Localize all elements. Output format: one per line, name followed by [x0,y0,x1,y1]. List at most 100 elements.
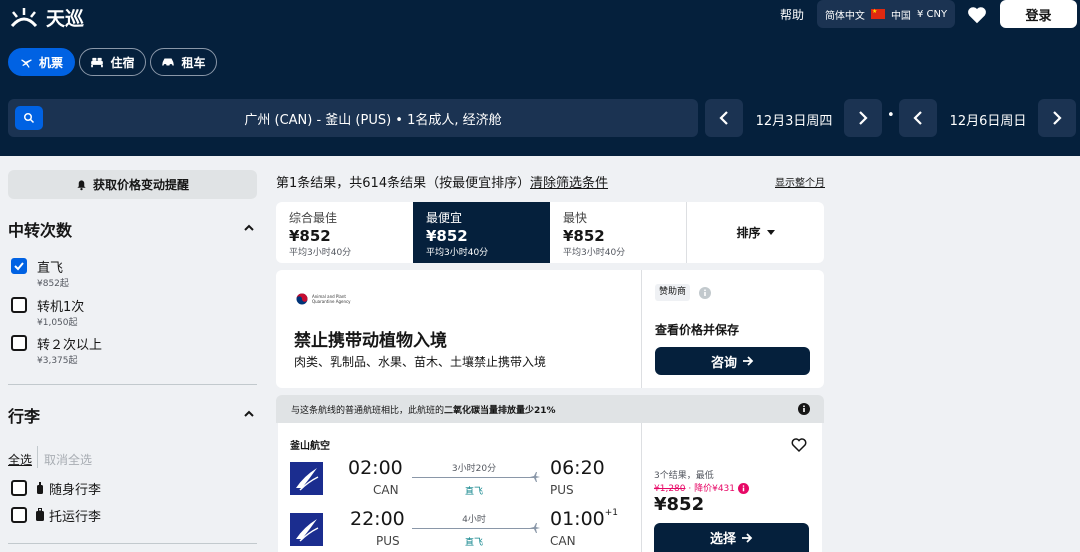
ad-title: 禁止携带动植物入境 [294,331,447,351]
results-summary: 第1条结果，共614条结果（按最便宜排序） [276,176,531,191]
outbound-depart-time: 02:00 [348,457,403,479]
return-date[interactable]: 12月6日周日 [940,110,1036,129]
car-icon [162,58,175,67]
sponsor-badge: 赞助商 [655,284,691,301]
eco-text: 与这条航线的普通航班相比，此航班的二氧化碳当量排放量少21% [291,403,556,416]
checked-bag-checkbox[interactable] [11,507,27,523]
ad-consult-button[interactable]: 咨询 [655,347,810,375]
outbound-duration: 3小时20分 [451,464,497,474]
sidebar-divider [8,543,257,544]
inbound-route-line [412,528,534,529]
sort-tab-cheapest[interactable]: 最便宜 ¥852 平均3小时40分 [413,202,550,263]
discount-text: · 降价¥431 [688,484,736,494]
stops-one-price: ¥1,050起 [37,318,78,328]
stops-direct-checkbox[interactable] [11,258,27,274]
stops-two-plus-checkbox[interactable] [11,335,27,351]
deselect-all-link[interactable]: 取消全选 [44,451,92,468]
brand-logo[interactable]: 天巡 [8,4,84,31]
locale-button[interactable]: 简体中文 中国 ¥ CNY [817,0,955,28]
ad-logo: Animal and Plant Quarantine Agency [296,293,351,305]
sunrise-logo-icon [10,7,38,27]
stops-filter-title: 中转次数 [8,221,73,240]
select-flight-button[interactable]: 选择 [654,523,809,552]
select-all-link[interactable]: 全选 [8,451,32,468]
depart-date-prev-button[interactable] [705,99,743,137]
search-summary-text: 广州 (CAN) - 釜山 (PUS) • 1名成人, 经济舱 [244,113,502,128]
eco-highlight: 二氧化碳当量排放量少21% [444,406,556,416]
ad-divider [641,270,642,388]
plane-icon [530,523,540,533]
brand-name: 天巡 [46,8,85,30]
outbound-route-line [412,477,534,478]
country-label: 中国 [890,10,911,22]
carry-on-checkbox[interactable] [11,480,27,496]
tab-hotels-label: 住宿 [110,55,135,70]
top-header: 天巡 帮助 简体中文 中国 ¥ CNY 登录 机票 住宿 租车 广州 (CAN)… [0,0,1080,156]
heart-outline-icon[interactable] [790,436,808,454]
inbound-stops: 直飞 [464,538,483,548]
inbound-depart-time: 22:00 [350,508,405,530]
bed-icon [91,57,104,68]
chevron-left-icon [719,111,728,125]
select-flight-label: 选择 [709,532,736,547]
language-label: 简体中文 [824,10,865,22]
sort-dropdown-label: 排序 [736,226,761,240]
tab-car-rental-label: 租车 [181,55,206,70]
info-icon[interactable] [737,483,749,494]
stops-one-label[interactable]: 转机1次 [37,296,84,315]
inbound-arrive-time: 01:00+1 [550,508,618,530]
tab-hotels[interactable]: 住宿 [79,48,146,76]
search-button[interactable] [15,106,43,130]
inbound-duration: 4小时 [462,515,486,525]
search-summary-bar[interactable]: 广州 (CAN) - 釜山 (PUS) • 1名成人, 经济舱 [8,99,698,137]
outbound-arrive-time-text: 06:20 [550,457,605,479]
price-alert-label: 获取价格变动提醒 [92,178,189,192]
sort-tab-duration: 平均3小时40分 [289,248,352,258]
sort-tab-label: 最快 [563,211,588,225]
sort-tab-price: ¥852 [563,227,605,245]
login-button[interactable]: 登录 [1000,0,1077,28]
show-month-link[interactable]: 显示整个月 [775,174,825,189]
sort-tab-price: ¥852 [426,227,468,245]
outbound-arrive-time: 06:20 [550,457,605,479]
stops-two-plus-price: ¥3,375起 [37,356,78,366]
depart-date-next-button[interactable] [844,99,882,137]
flight-result-card[interactable]: 釜山航空 02:00 CAN 3小时20分 直飞 06:20 PUS 22:00… [278,423,822,552]
help-link[interactable]: 帮助 [780,6,804,23]
outbound-arrive-code: PUS [550,483,574,497]
checkmark-icon [14,262,24,271]
clear-filters-link[interactable]: 清除筛选条件 [530,172,608,191]
chevron-up-icon[interactable] [244,223,254,233]
chevron-right-icon [1053,111,1062,125]
air-busan-logo-icon [290,513,323,546]
chevron-up-icon[interactable] [244,409,254,419]
china-flag-icon [870,8,885,19]
bell-icon [77,179,86,190]
stops-two-plus-label[interactable]: 转２次以上 [37,334,102,353]
favorites-heart-icon[interactable] [966,4,988,26]
sort-tab-fastest[interactable]: 最快 ¥852 平均3小时40分 [550,202,687,263]
ad-consult-label: 咨询 [710,355,737,371]
checked-bag-label[interactable]: 托运行李 [49,506,101,525]
select-separator [37,446,38,468]
stops-direct-label[interactable]: 直飞 [37,257,63,276]
carry-on-label[interactable]: 随身行李 [49,479,101,498]
checked-bag-icon [36,508,44,521]
sort-tab-best[interactable]: 综合最佳 ¥852 平均3小时40分 [276,202,413,263]
info-icon[interactable] [798,403,810,415]
return-date-next-button[interactable] [1038,99,1076,137]
info-icon[interactable] [699,287,711,299]
stops-one-checkbox[interactable] [11,297,27,313]
depart-date[interactable]: 12月3日周四 [746,110,842,129]
air-busan-logo-icon [290,462,323,495]
inbound-arrive-time-text: 01:00 [550,508,605,530]
price-alert-button[interactable]: 获取价格变动提醒 [8,170,257,199]
tab-car-rental[interactable]: 租车 [150,48,217,76]
sort-dropdown[interactable]: 排序 [687,202,824,263]
plane-icon [21,58,32,68]
deal-results-count: 3个结果，最低 [654,471,714,481]
tab-flights[interactable]: 机票 [8,48,75,76]
return-date-prev-button[interactable] [899,99,937,137]
price-drop-info: ¥1,280 · 降价¥431 [654,481,749,494]
inbound-depart-code: PUS [376,534,400,548]
